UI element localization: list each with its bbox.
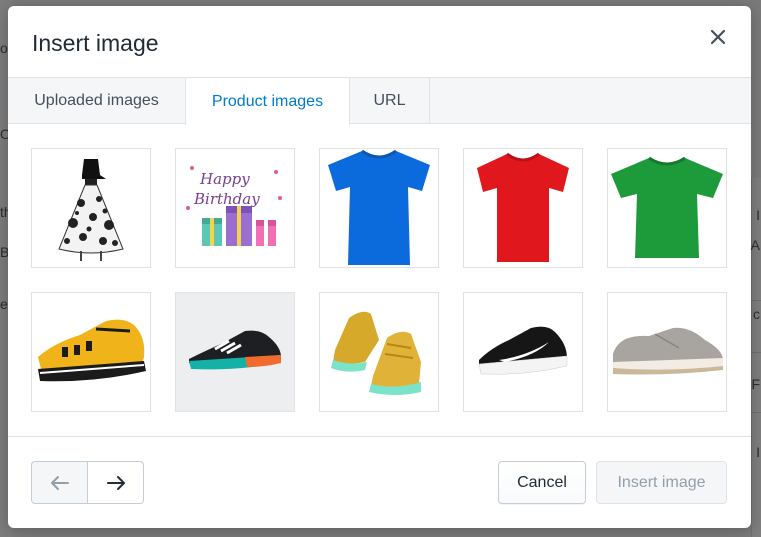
dialog-title: Insert image xyxy=(32,30,159,56)
cancel-button[interactable]: Cancel xyxy=(498,461,586,504)
next-page-button[interactable] xyxy=(87,461,144,504)
previous-page-button[interactable] xyxy=(31,461,88,504)
yellow-sneaker-image xyxy=(38,319,146,382)
image-thumb-green-tshirt[interactable] xyxy=(607,148,727,268)
dialog-header: Insert image xyxy=(8,6,751,78)
insert-image-button[interactable]: Insert image xyxy=(596,461,727,504)
image-thumb-black-nike-shoe[interactable] xyxy=(463,292,583,412)
gold-high-tops-image xyxy=(331,311,421,395)
black-running-shoe-image xyxy=(189,330,281,370)
image-thumb-black-running-shoe[interactable] xyxy=(175,292,295,412)
background-divider xyxy=(751,412,761,413)
birthday-card-text: Happy xyxy=(199,170,250,188)
birthday-card-image: Happy Birthday xyxy=(186,166,282,246)
image-thumb-grey-dress-shoe[interactable] xyxy=(607,292,727,412)
background-text: A xyxy=(750,237,760,253)
background-text: F xyxy=(751,376,760,392)
black-nike-shoe-image xyxy=(478,326,568,375)
dialog-footer: Cancel Insert image xyxy=(8,436,751,528)
dress-image xyxy=(58,159,124,261)
background-text: e xyxy=(0,296,8,312)
blue-tshirt-image xyxy=(328,149,430,265)
image-thumb-dress[interactable] xyxy=(31,148,151,268)
close-button[interactable] xyxy=(705,24,731,50)
background-text: c xyxy=(753,306,760,322)
image-thumb-birthday-card[interactable]: Happy Birthday xyxy=(175,148,295,268)
background-divider xyxy=(751,300,761,301)
background-divider xyxy=(751,352,761,353)
image-thumb-blue-tshirt[interactable] xyxy=(319,148,439,268)
green-tshirt-image xyxy=(611,156,723,258)
insert-image-dialog: Insert image Uploaded images Product ima… xyxy=(8,6,751,528)
background-text: I xyxy=(756,444,760,460)
red-tshirt-image xyxy=(477,152,569,262)
image-thumb-gold-high-tops[interactable] xyxy=(319,292,439,412)
arrow-left-icon xyxy=(50,475,69,490)
arrow-right-icon xyxy=(106,475,125,490)
close-icon xyxy=(710,29,726,45)
birthday-card-text: Birthday xyxy=(193,190,260,208)
pagination xyxy=(31,461,146,504)
tab-url[interactable]: URL xyxy=(350,78,430,124)
tab-uploaded-images[interactable]: Uploaded images xyxy=(8,78,186,124)
grey-dress-shoe-image xyxy=(613,327,723,375)
background-text: I xyxy=(756,207,760,223)
tab-bar: Uploaded images Product images URL xyxy=(8,77,751,125)
image-thumb-yellow-sneaker[interactable] xyxy=(31,292,151,412)
image-thumb-red-tshirt[interactable] xyxy=(463,148,583,268)
background-right-column xyxy=(751,178,761,537)
tab-product-images[interactable]: Product images xyxy=(185,78,350,125)
